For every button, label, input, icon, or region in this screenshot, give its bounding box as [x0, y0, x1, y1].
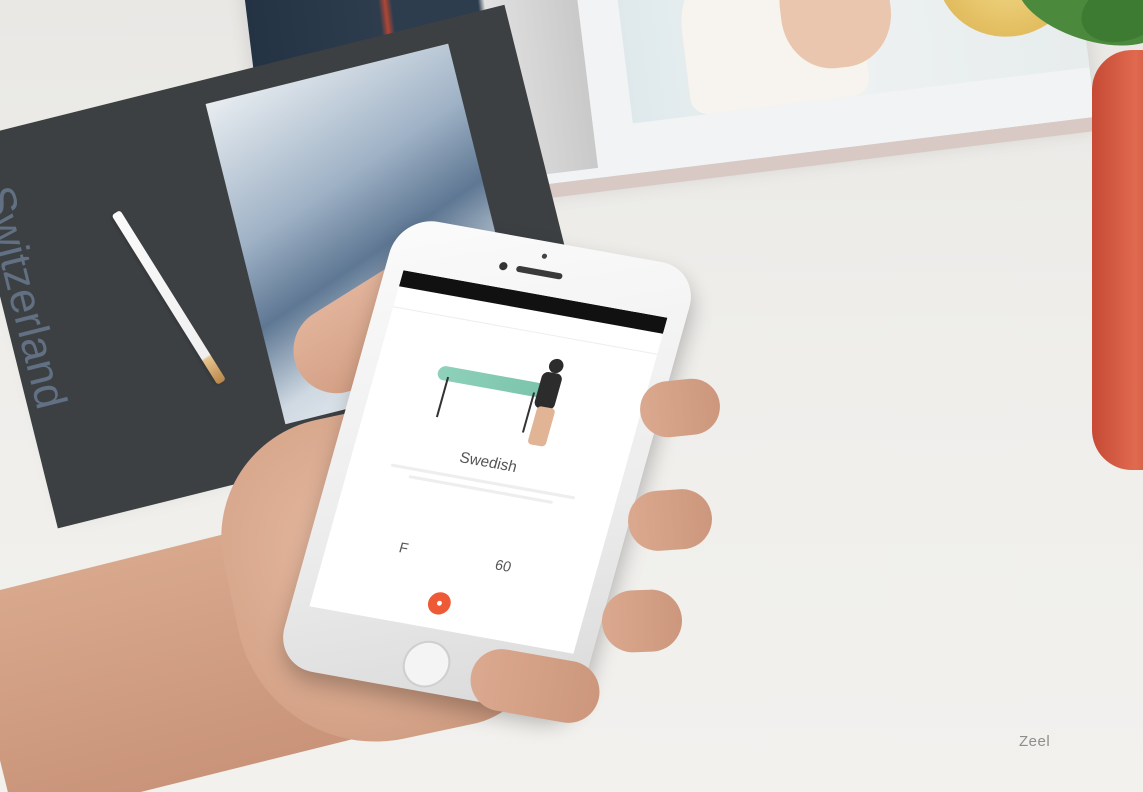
plant-pot: [1092, 50, 1143, 470]
magazine-photo: [607, 0, 1090, 124]
watermark: Zeel: [1019, 733, 1051, 750]
photo-scene: Switzerland Travel Guide: [0, 0, 1143, 792]
plus-icon: ●: [434, 596, 445, 610]
finger: [626, 487, 714, 553]
phone-sensor: [541, 253, 548, 260]
finger: [600, 588, 684, 654]
therapist-body: [533, 371, 564, 411]
gender-value[interactable]: F: [397, 539, 410, 557]
massage-illustration: [422, 339, 597, 456]
phone-speaker: [515, 265, 564, 280]
table-leg: [435, 376, 450, 418]
duration-value[interactable]: 60: [493, 556, 513, 575]
therapist-leg: [527, 405, 556, 447]
book-button[interactable]: ●: [425, 590, 454, 617]
home-button[interactable]: [397, 636, 456, 692]
front-camera: [498, 261, 509, 271]
